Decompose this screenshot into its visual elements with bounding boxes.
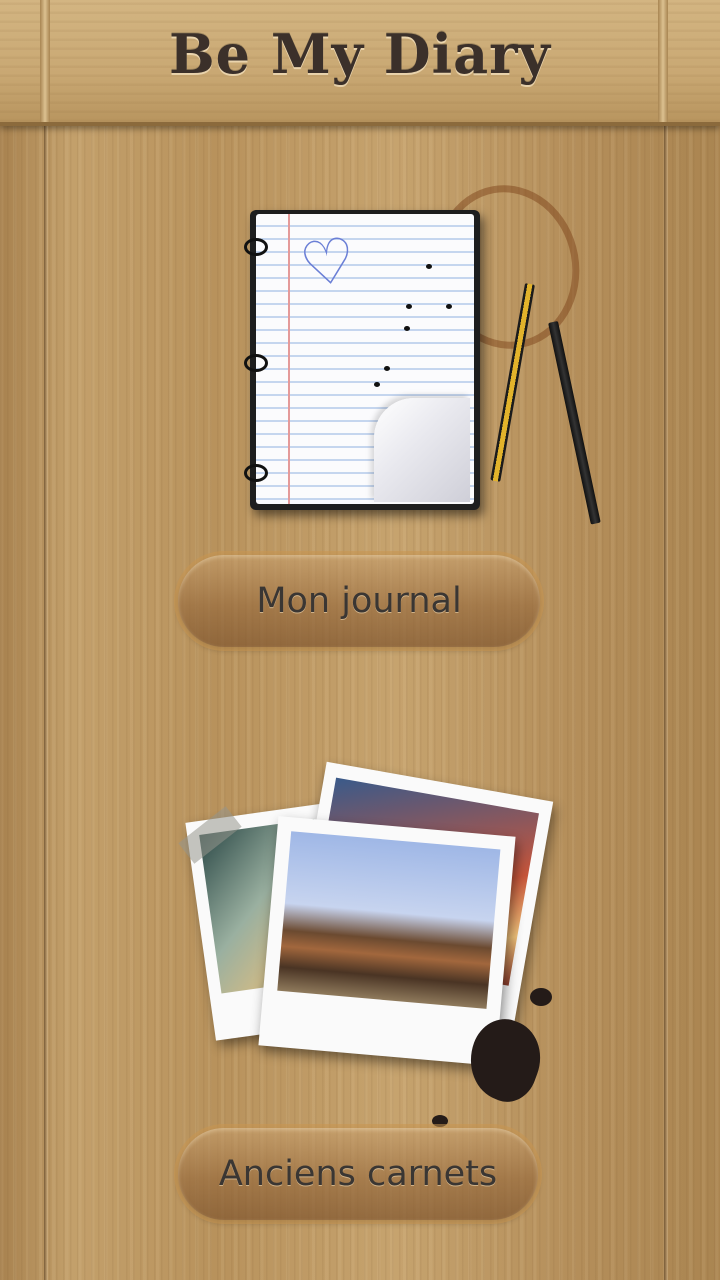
margin-line: [288, 214, 290, 504]
old-notebooks-label: Anciens carnets: [218, 1154, 498, 1194]
binder-ring: [244, 238, 268, 256]
ink-dot: [426, 264, 432, 269]
app-title: Be My Diary: [169, 22, 551, 86]
binder-ring: [244, 464, 268, 482]
notebook-icon[interactable]: ♡: [240, 173, 601, 540]
plank-divider: [664, 125, 668, 1280]
ink-dot: [374, 382, 380, 387]
binder-ring: [244, 354, 268, 372]
ink-dot: [406, 304, 412, 309]
photo-print-bridge: [258, 816, 516, 1066]
ink-splat: [530, 988, 552, 1006]
app-header: Be My Diary: [0, 0, 720, 126]
notebook-page: ♡: [256, 214, 474, 504]
old-notebooks-button[interactable]: Anciens carnets: [178, 1128, 538, 1220]
ink-dot: [446, 304, 452, 309]
ink-dot: [384, 366, 390, 371]
bridge-photo: [277, 831, 501, 1009]
notebook: ♡: [244, 210, 480, 510]
pencil-icon: [548, 320, 601, 525]
page-curl: [374, 398, 470, 502]
my-journal-button[interactable]: Mon journal: [178, 555, 540, 647]
plank-divider: [44, 125, 48, 1280]
heart-icon: ♡: [295, 222, 361, 303]
photos-icon[interactable]: [170, 761, 590, 1150]
ink-dot: [404, 326, 410, 331]
ink-splat: [432, 1115, 448, 1127]
my-journal-label: Mon journal: [256, 581, 462, 621]
